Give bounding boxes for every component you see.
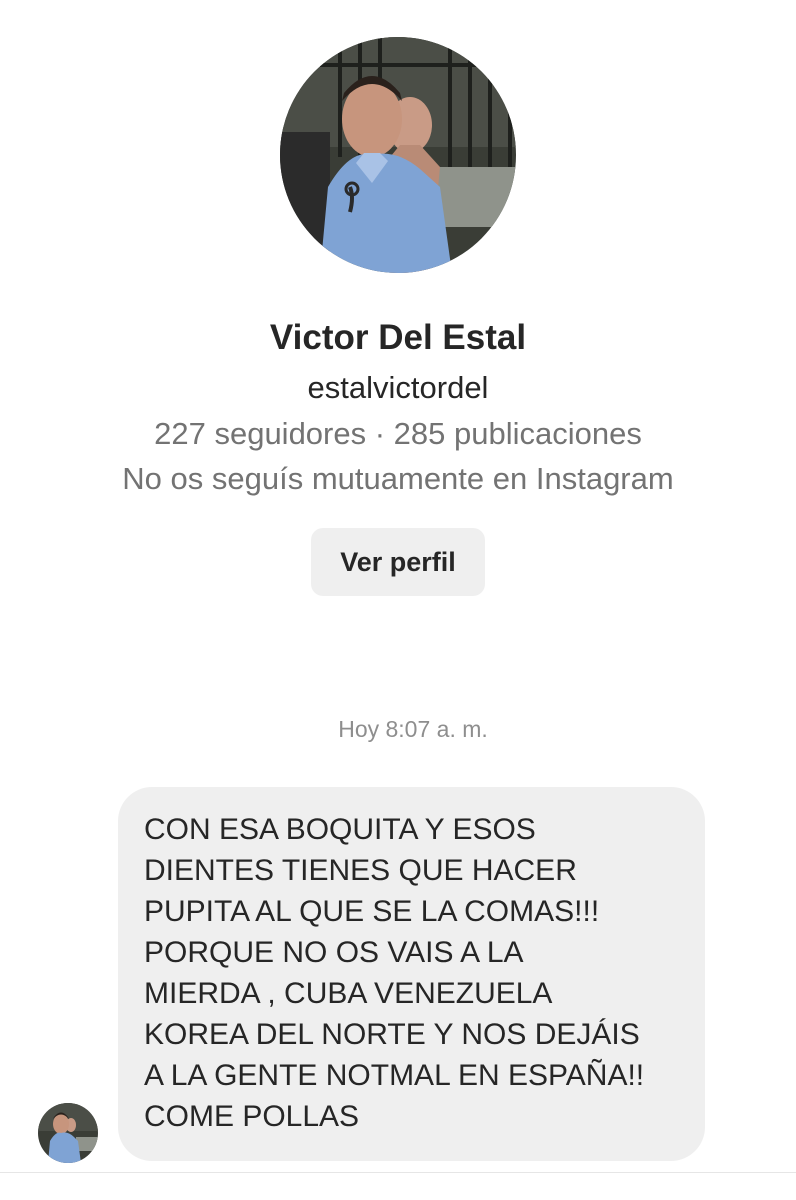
message-bubble[interactable]: CON ESA BOQUITA Y ESOS DIENTES TIENES QU…: [118, 787, 705, 1161]
message-line: COME POLLAS: [144, 1100, 360, 1133]
message-timestamp: Hoy 8:07 a. m.: [338, 716, 488, 742]
profile-avatar[interactable]: [280, 37, 516, 273]
message-line: DIENTES TIENES QUE HACER: [144, 854, 577, 887]
message-line: A LA GENTE NOTMAL EN ESPAÑA!!: [144, 1059, 645, 1092]
profile-stats: 227 seguidores · 285 publicaciones: [154, 416, 642, 451]
message-line: CON ESA BOQUITA Y ESOS: [144, 813, 536, 846]
message-line: KOREA DEL NORTE Y NOS DEJÁIS: [144, 1018, 640, 1051]
profile-photo-icon: [38, 1103, 98, 1163]
bottom-divider: [0, 1172, 796, 1173]
dm-thread-screen: Victor Del Estal estalvictordel 227 segu…: [0, 0, 796, 1200]
message-line: PORQUE NO OS VAIS A LA: [144, 936, 524, 969]
message-row: CON ESA BOQUITA Y ESOS DIENTES TIENES QU…: [0, 787, 796, 1167]
message-line: MIERDA , CUBA VENEZUELA: [144, 977, 553, 1010]
profile-header: Victor Del Estal estalvictordel 227 segu…: [0, 0, 796, 596]
profile-username: estalvictordel: [307, 370, 489, 405]
sender-avatar[interactable]: [38, 1103, 98, 1163]
profile-photo-icon: [280, 37, 516, 273]
message-line: PUPITA AL QUE SE LA COMAS!!!: [144, 895, 600, 928]
profile-display-name: Victor Del Estal: [269, 318, 527, 357]
view-profile-button[interactable]: Ver perfil: [311, 528, 485, 596]
mutual-follow-status: No os seguís mutuamente en Instagram: [122, 461, 674, 496]
